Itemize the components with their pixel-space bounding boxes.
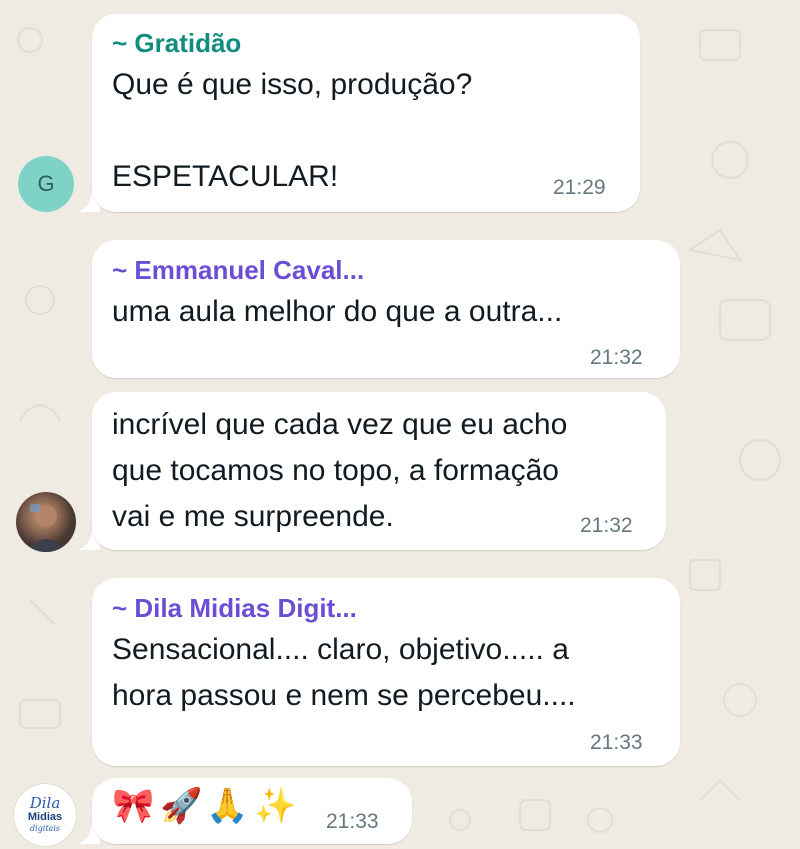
avatar-dila-midias-logo[interactable]: Dila Midias digitais — [14, 784, 76, 846]
sender-name[interactable]: ~ Dila Midias Digit... — [112, 593, 357, 624]
message-text-line3: ESPETACULAR! — [112, 160, 339, 193]
message-text-line3: vai e me surpreende. — [112, 500, 394, 533]
sender-name[interactable]: ~ Gratidão — [112, 28, 241, 59]
rocket-emoji: 🚀 — [160, 786, 203, 826]
avatar-gratidao[interactable]: G — [18, 156, 74, 212]
user-photo-icon — [26, 504, 66, 552]
message-time: 21:29 — [553, 176, 606, 199]
message-time: 21:32 — [580, 514, 633, 537]
message-text-line2: que tocamos no topo, a formação — [112, 454, 559, 487]
message-text-line1: incrível que cada vez que eu acho — [112, 408, 568, 441]
sender-name[interactable]: ~ Emmanuel Caval... — [112, 255, 364, 286]
message-time: 21:33 — [590, 731, 643, 754]
logo-line2: Midias — [27, 811, 63, 823]
message-text-line2: hora passou e nem se percebeu.... — [112, 679, 576, 712]
message-time: 21:33 — [326, 810, 379, 833]
folded-hands-emoji: 🙏 — [206, 786, 249, 826]
avatar-initial: G — [37, 171, 55, 196]
ribbon-emoji: 🎀 — [112, 786, 155, 826]
avatar-user-photo[interactable] — [16, 492, 76, 552]
message-text-line1: Sensacional.... claro, objetivo..... a — [112, 633, 569, 666]
sparkles-emoji: ✨ — [254, 786, 297, 826]
message-text-line1: Que é que isso, produção? — [112, 68, 473, 101]
logo-line3: digitais — [29, 824, 60, 833]
message-text-line1: uma aula melhor do que a outra... — [112, 295, 563, 328]
logo-line1: Dila — [29, 794, 61, 812]
message-time: 21:32 — [590, 346, 643, 369]
